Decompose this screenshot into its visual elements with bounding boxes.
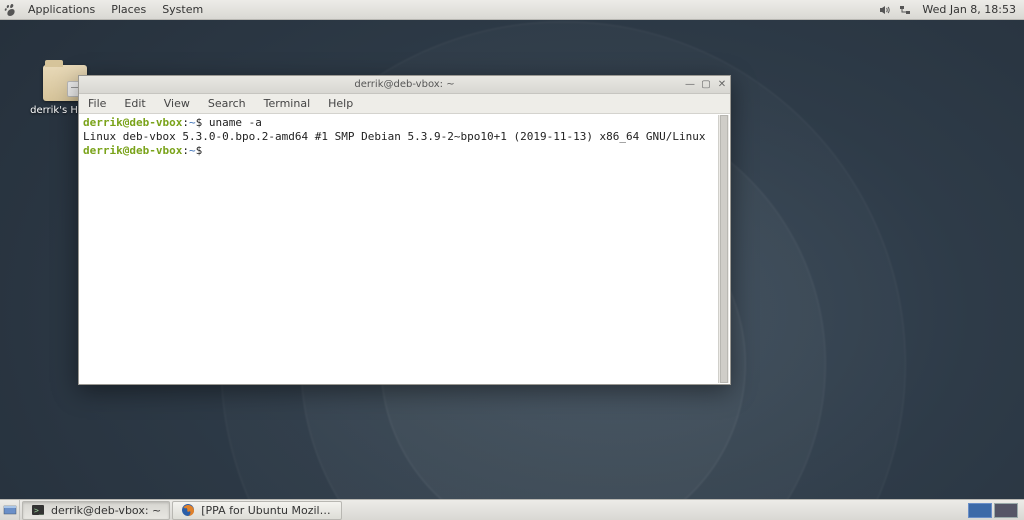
workspace-switcher bbox=[962, 503, 1024, 518]
taskbar-item-0[interactable]: >_ derrik@deb-vbox: ~ bbox=[22, 501, 170, 520]
show-desktop-button[interactable] bbox=[0, 500, 20, 520]
bottom-panel: >_ derrik@deb-vbox: ~ [PPA for Ubuntu Mozi… bbox=[0, 499, 1024, 520]
menu-edit[interactable]: Edit bbox=[115, 94, 154, 113]
terminal-output-line: Linux deb-vbox 5.3.0-0.bpo.2-amd64 #1 SM… bbox=[83, 130, 726, 144]
window-controls: — ▢ ✕ bbox=[682, 78, 730, 92]
menu-applications[interactable]: Applications bbox=[20, 0, 103, 19]
taskbar-items: >_ derrik@deb-vbox: ~ [PPA for Ubuntu Mozi… bbox=[20, 501, 342, 520]
taskbar-item-label: derrik@deb-vbox: ~ bbox=[51, 504, 161, 517]
workspace-1[interactable] bbox=[968, 503, 992, 518]
top-panel: Applications Places System Wed Jan 8, 18… bbox=[0, 0, 1024, 20]
top-menu-bar: Applications Places System bbox=[20, 0, 211, 19]
menu-view[interactable]: View bbox=[155, 94, 199, 113]
terminal-output-area[interactable]: derrik@deb-vbox:~$ uname -aLinux deb-vbo… bbox=[79, 114, 730, 384]
taskbar-item-label: [PPA for Ubuntu Mozill… bbox=[201, 504, 333, 517]
terminal-icon: >_ bbox=[31, 503, 45, 517]
terminal-window[interactable]: derrik@deb-vbox: ~ — ▢ ✕ File Edit View … bbox=[78, 75, 731, 385]
firefox-icon bbox=[181, 503, 195, 517]
menu-help[interactable]: Help bbox=[319, 94, 362, 113]
network-icon[interactable] bbox=[898, 3, 912, 17]
menu-system[interactable]: System bbox=[154, 0, 211, 19]
clock[interactable]: Wed Jan 8, 18:53 bbox=[918, 3, 1016, 16]
gnome-foot-icon[interactable] bbox=[0, 0, 20, 20]
volume-icon[interactable] bbox=[878, 3, 892, 17]
terminal-scrollbar[interactable] bbox=[718, 115, 729, 383]
taskbar-item-1[interactable]: [PPA for Ubuntu Mozill… bbox=[172, 501, 342, 520]
minimize-button[interactable]: — bbox=[682, 78, 698, 92]
terminal-menubar: File Edit View Search Terminal Help bbox=[79, 94, 730, 114]
close-button[interactable]: ✕ bbox=[714, 78, 730, 92]
menu-file[interactable]: File bbox=[79, 94, 115, 113]
window-title: derrik@deb-vbox: ~ bbox=[79, 79, 730, 90]
maximize-button[interactable]: ▢ bbox=[698, 78, 714, 92]
menu-places[interactable]: Places bbox=[103, 0, 154, 19]
scrollbar-thumb[interactable] bbox=[720, 115, 728, 383]
terminal-prompt-line: derrik@deb-vbox:~$ bbox=[83, 144, 726, 158]
svg-text:>_: >_ bbox=[34, 506, 44, 515]
terminal-prompt-line: derrik@deb-vbox:~$ uname -a bbox=[83, 116, 726, 130]
workspace-2[interactable] bbox=[994, 503, 1018, 518]
menu-terminal[interactable]: Terminal bbox=[255, 94, 320, 113]
system-tray: Wed Jan 8, 18:53 bbox=[878, 3, 1024, 17]
menu-search[interactable]: Search bbox=[199, 94, 255, 113]
window-titlebar[interactable]: derrik@deb-vbox: ~ — ▢ ✕ bbox=[79, 76, 730, 94]
